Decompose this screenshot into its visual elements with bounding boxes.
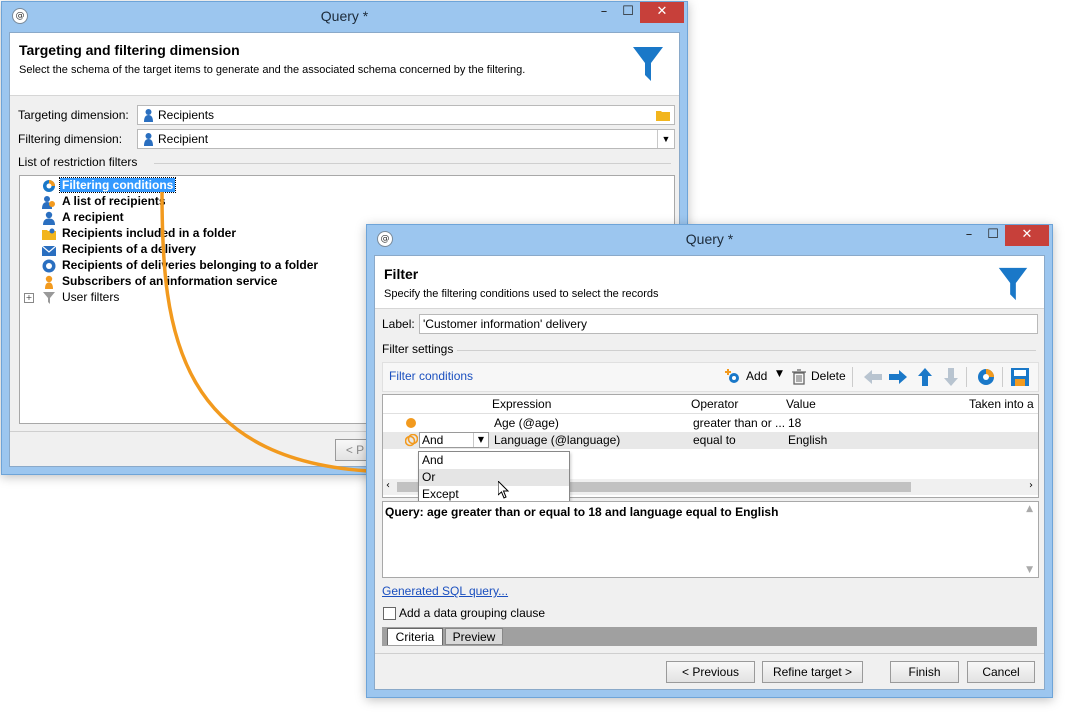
grid-header: Expression Operator Value Taken into a <box>383 395 1038 414</box>
funnel-icon <box>998 267 1028 301</box>
operator-dropdown-list[interactable]: And Or Except <box>418 451 570 505</box>
label-value: 'Customer information' delivery <box>423 317 587 331</box>
front-query-window: @ Query * – ☐ ✕ Filter Specify the filte… <box>366 224 1053 698</box>
label-input[interactable]: 'Customer information' delivery <box>419 314 1038 334</box>
combo-value: And <box>422 433 444 447</box>
query-text-area[interactable]: Query: age greater than or equal to 18 a… <box>382 501 1039 578</box>
toolbar-separator <box>1002 367 1003 387</box>
value-cell: 18 <box>788 416 802 430</box>
label-label: Label: <box>382 317 415 331</box>
dropdown-option-or[interactable]: Or <box>419 469 569 486</box>
value-cell: English <box>788 433 828 447</box>
chevron-down-icon[interactable]: ▼ <box>473 433 488 447</box>
operator-cell: equal to <box>693 433 736 447</box>
scroll-left-icon[interactable]: ‹ <box>386 480 390 491</box>
expression-cell: Language (@language) <box>494 433 621 447</box>
page-subtitle: Specify the filtering conditions used to… <box>384 288 659 300</box>
chevron-down-icon[interactable]: ▼ <box>776 369 783 379</box>
tab-bar: Criteria Preview <box>382 627 1037 646</box>
divider <box>375 653 1044 654</box>
generated-sql-link[interactable]: Generated SQL query... <box>382 584 508 598</box>
expression-cell: Age (@age) <box>494 416 559 430</box>
finish-button[interactable]: Finish <box>890 661 959 683</box>
delete-button[interactable]: Delete <box>811 369 846 383</box>
condition-icon <box>406 418 416 428</box>
title-bar[interactable]: @ Query * – ☐ ✕ <box>367 225 1052 255</box>
operator-combo[interactable]: And ▼ <box>419 432 489 448</box>
arrow-left-icon[interactable] <box>864 369 882 385</box>
refine-target-button[interactable]: Refine target > <box>762 661 863 683</box>
divider <box>457 350 1036 351</box>
scroll-down-icon[interactable]: ▼ <box>1026 565 1033 575</box>
chart-icon[interactable] <box>977 368 995 386</box>
operator-cell: greater than or ... <box>693 416 785 430</box>
scroll-up-icon[interactable]: ▲ <box>1026 504 1033 514</box>
tab-preview[interactable]: Preview <box>445 628 503 645</box>
arrow-right-icon[interactable] <box>889 369 907 385</box>
scroll-right-icon[interactable]: › <box>1029 480 1033 491</box>
trash-icon[interactable] <box>792 369 806 385</box>
close-button[interactable]: ✕ <box>1005 225 1049 246</box>
toolbar-separator <box>852 367 853 387</box>
filter-conditions-link[interactable]: Filter conditions <box>389 369 473 383</box>
header-panel: Filter Specify the filtering conditions … <box>375 256 1044 309</box>
table-row[interactable]: Age (@age) greater than or ... 18 <box>383 415 1038 431</box>
mouse-cursor-icon <box>498 481 510 499</box>
maximize-button[interactable]: ☐ <box>979 225 1007 246</box>
dropdown-option-and[interactable]: And <box>419 452 572 469</box>
filter-settings-label: Filter settings <box>382 342 454 356</box>
arrow-up-icon[interactable] <box>917 368 933 386</box>
tab-criteria[interactable]: Criteria <box>387 628 443 645</box>
toolbar-separator <box>966 367 967 387</box>
cancel-button[interactable]: Cancel <box>967 661 1035 683</box>
add-icon[interactable] <box>725 369 741 385</box>
previous-button[interactable]: < Previous <box>666 661 755 683</box>
window-title: Query * <box>685 231 734 247</box>
table-row[interactable]: And ▼ Language (@language) equal to Engl… <box>383 432 1038 449</box>
page-title: Filter <box>384 266 419 282</box>
add-button[interactable]: Add <box>746 369 767 383</box>
query-text: Query: age greater than or equal to 18 a… <box>385 505 779 519</box>
arrow-down-icon[interactable] <box>943 368 959 386</box>
condition-link-icon <box>405 434 418 447</box>
grouping-label: Add a data grouping clause <box>399 606 546 620</box>
column-taken-into-account[interactable]: Taken into a <box>969 397 1034 411</box>
window-client: Filter Specify the filtering conditions … <box>374 255 1045 690</box>
save-icon[interactable] <box>1011 368 1029 386</box>
column-value[interactable]: Value <box>786 397 816 411</box>
column-operator[interactable]: Operator <box>691 397 738 411</box>
filter-toolbar: Filter conditions Add ▼ Delete <box>382 362 1039 392</box>
column-expression[interactable]: Expression <box>492 397 551 411</box>
grouping-checkbox[interactable] <box>383 607 396 620</box>
